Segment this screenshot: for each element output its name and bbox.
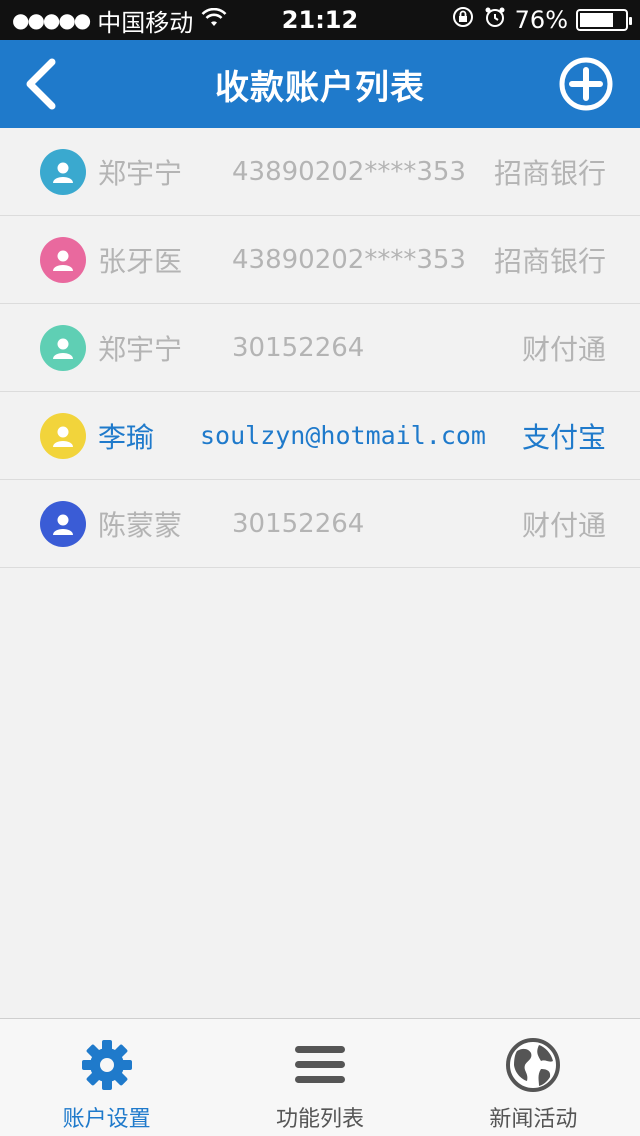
tab-label: 账户设置	[62, 1107, 151, 1132]
account-bank: 支付宝	[521, 420, 606, 454]
status-right: 76%	[451, 5, 632, 35]
account-row[interactable]: 郑宇宁 30152264 财付通	[0, 304, 640, 392]
globe-icon	[505, 1037, 561, 1093]
account-name: 郑宇宁	[98, 156, 183, 190]
account-row-selected[interactable]: 李瑜 soulzyn@hotmail.com 支付宝	[0, 392, 640, 480]
account-number: soulzyn@hotmail.com	[200, 421, 486, 450]
plus-circle-icon	[559, 57, 613, 111]
user-avatar-icon	[40, 236, 86, 283]
tab-label: 功能列表	[275, 1107, 364, 1132]
user-avatar-icon	[40, 148, 86, 195]
nav-bar: 收款账户列表	[0, 40, 640, 128]
chevron-left-icon	[26, 58, 56, 110]
account-bank: 招商银行	[493, 156, 606, 190]
status-bar: ●●●●● 中国移动 21:12 76%	[0, 0, 640, 40]
account-bank: 财付通	[521, 508, 606, 542]
account-name: 陈蒙蒙	[98, 508, 183, 542]
account-number: 43890202****353	[232, 156, 466, 187]
account-name: 李瑜	[98, 420, 155, 454]
account-bank: 财付通	[521, 332, 606, 366]
battery-fill	[580, 13, 614, 27]
tab-news-activities[interactable]: 新闻活动	[427, 1019, 640, 1136]
account-number: 30152264	[232, 508, 365, 539]
page-title: 收款账户列表	[215, 67, 425, 108]
status-left: ●●●●● 中国移动	[12, 3, 227, 38]
tab-function-list[interactable]: 功能列表	[213, 1019, 426, 1136]
tab-label: 新闻活动	[489, 1107, 578, 1132]
account-name: 张牙医	[98, 244, 183, 278]
account-row[interactable]: 郑宇宁 43890202****353 招商银行	[0, 128, 640, 216]
tab-bar: 账户设置 功能列表 新闻活动	[0, 1018, 640, 1136]
user-avatar-icon	[40, 324, 86, 371]
user-avatar-icon	[40, 500, 86, 547]
back-button[interactable]	[16, 58, 64, 110]
account-number: 43890202****353	[232, 244, 466, 275]
gear-icon	[79, 1037, 135, 1093]
account-row[interactable]: 陈蒙蒙 30152264 财付通	[0, 480, 640, 568]
rotation-lock-icon	[451, 5, 475, 35]
tab-account-settings[interactable]: 账户设置	[0, 1019, 213, 1136]
account-row[interactable]: 张牙医 43890202****353 招商银行	[0, 216, 640, 304]
menu-icon	[292, 1037, 348, 1093]
user-avatar-icon	[40, 412, 86, 459]
account-bank: 招商银行	[493, 244, 606, 278]
add-account-button[interactable]	[558, 56, 614, 112]
alarm-icon	[483, 5, 507, 35]
wifi-icon	[201, 6, 227, 34]
account-list: 郑宇宁 43890202****353 招商银行 张牙医 43890202***…	[0, 128, 640, 568]
carrier-label: 中国移动	[97, 8, 194, 37]
battery-percent: 76%	[514, 6, 568, 34]
signal-strength-icon: ●●●●●	[12, 8, 91, 32]
account-name: 郑宇宁	[98, 332, 183, 366]
account-number: 30152264	[232, 332, 365, 363]
battery-icon	[576, 9, 632, 31]
